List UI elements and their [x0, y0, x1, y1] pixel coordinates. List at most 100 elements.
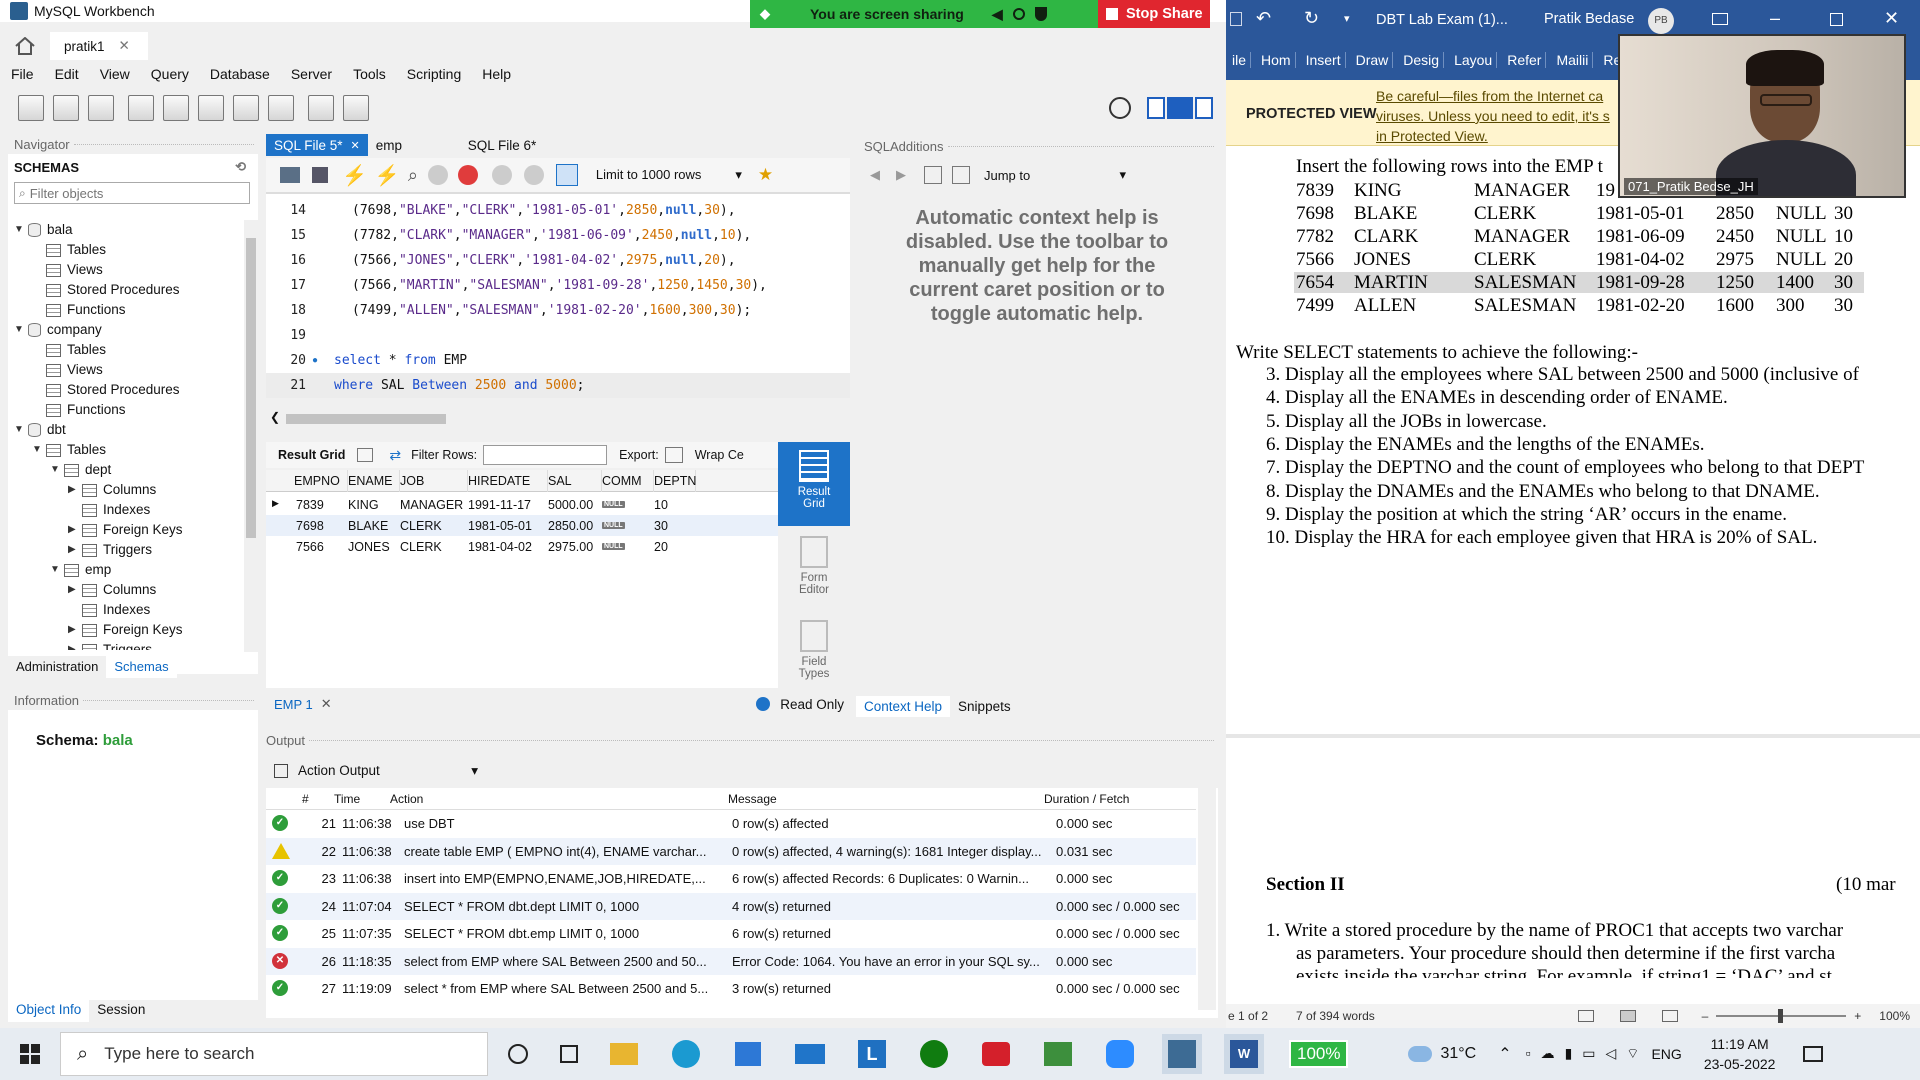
stop-icon[interactable] — [427, 165, 448, 185]
taskbar-search-box[interactable]: ⌕ Type here to search — [60, 1032, 488, 1076]
language[interactable]: ENG — [1651, 1046, 1681, 1062]
table-row[interactable]: 7698 BLAKE CLERK 1981-05-01 2850.00 NULL 30 — [266, 515, 778, 536]
grid-cell[interactable]: MANAGER — [400, 494, 468, 515]
expanded-arrow-icon[interactable]: ▼ — [50, 560, 60, 580]
scroll-left-icon[interactable]: ❮ — [270, 410, 280, 424]
editor-line[interactable]: 18 (7499,"ALLEN","SALESMAN",'1981-02-20',… — [266, 298, 850, 323]
tree-item[interactable]: ▼ emp — [14, 560, 246, 580]
menu-view[interactable]: View — [100, 66, 130, 82]
tab-object-info[interactable]: Object Info — [8, 998, 90, 1022]
grid-cell[interactable]: 10 — [654, 494, 696, 515]
tab-sql-file-5[interactable]: SQL File 5* ✕ — [266, 134, 368, 156]
forward-icon[interactable]: ▶ — [896, 167, 906, 183]
weather-icon[interactable] — [1408, 1046, 1433, 1062]
new-sql-tab-icon[interactable] — [18, 95, 44, 121]
chevron-up-icon[interactable]: ⌃ — [1498, 1044, 1511, 1064]
connection-tab-pratik1[interactable]: pratik1 ✕ — [50, 32, 148, 60]
xbox-icon[interactable] — [914, 1034, 954, 1074]
tree-item[interactable]: Functions — [14, 400, 246, 420]
menu-scripting[interactable]: Scripting — [407, 66, 461, 82]
web-layout-icon[interactable] — [1661, 1010, 1678, 1022]
save-icon[interactable] — [312, 167, 328, 183]
menu-server[interactable]: Server — [291, 66, 332, 82]
auto-help-icon[interactable] — [952, 166, 970, 184]
field-types-button[interactable]: Field Types — [778, 614, 850, 684]
tree-item[interactable]: Stored Procedures — [14, 280, 246, 300]
output-row[interactable]: ✓ 24 11:07:04 SELECT * FROM dbt.dept LIMIT … — [266, 892, 1196, 920]
expanded-arrow-icon[interactable]: ▼ — [50, 460, 60, 480]
output-row[interactable]: ✓ 21 11:06:38 use DBT 0 row(s) affected 0.000… — [266, 810, 1196, 837]
execute-current-icon[interactable]: ⚡ — [375, 163, 400, 188]
jump-to-select[interactable]: Jump to ▾ — [980, 164, 1126, 186]
create-schema-icon[interactable] — [128, 95, 154, 121]
ribbon-tab[interactable]: Mailii — [1552, 52, 1594, 68]
ribbon-tab[interactable]: ile — [1228, 52, 1252, 68]
output-scrollbar[interactable] — [1198, 788, 1216, 1010]
export-icon[interactable] — [664, 447, 683, 463]
layout-toggle-icons[interactable] — [1147, 97, 1213, 119]
editor-line[interactable]: 17 (7566,"MARTIN","SALESMAN",'1981-09-28'… — [266, 273, 850, 298]
battery-indicator[interactable]: 100% — [1289, 1040, 1349, 1068]
grid-cell[interactable]: KING — [348, 494, 400, 515]
grid-cell[interactable]: CLERK — [400, 536, 468, 557]
editor-line[interactable]: 20 ● select * from EMP — [266, 348, 850, 373]
ribbon-tab[interactable]: Insert — [1302, 52, 1346, 68]
editor-line[interactable]: 14 (7698,"BLAKE","CLERK",'1981-05-01',285… — [266, 198, 850, 223]
explain-icon[interactable]: ⌕ — [408, 165, 418, 186]
grid-cell[interactable]: NULL — [602, 515, 654, 536]
tree-item[interactable]: ▶ Columns — [14, 580, 246, 600]
page-count[interactable]: e 1 of 2 — [1228, 1009, 1268, 1023]
grid-column-header[interactable]: ENAME — [348, 470, 400, 492]
grid-column-header[interactable]: JOB — [400, 470, 468, 492]
collapsed-arrow-icon[interactable]: ▶ — [68, 520, 78, 540]
tree-item[interactable]: ▼ bala — [14, 220, 246, 240]
manual-help-icon[interactable] — [924, 166, 942, 184]
inspector-icon[interactable] — [88, 95, 114, 121]
close-icon[interactable]: ✕ — [119, 38, 130, 54]
zoom-level[interactable]: 100% — [1879, 1009, 1910, 1023]
search-table-data-icon[interactable] — [308, 95, 334, 121]
beautify-icon[interactable]: ★ — [758, 165, 773, 185]
file-explorer-icon[interactable] — [604, 1034, 644, 1074]
output-column-header[interactable]: Duration / Fetch — [1044, 792, 1129, 806]
clock[interactable]: 11:19 AM 23-05-2022 — [1704, 1034, 1776, 1074]
output-row[interactable]: ✓ 25 11:07:35 SELECT * FROM dbt.emp LIMIT 0… — [266, 920, 1196, 947]
editor-line[interactable]: 15 (7782,"CLARK","MANAGER",'1981-06-09',2… — [266, 223, 850, 248]
menu-query[interactable]: Query — [151, 66, 189, 82]
menu-database[interactable]: Database — [210, 66, 270, 82]
ribbon-tab[interactable]: Desig — [1399, 52, 1445, 68]
mysql-workbench-icon[interactable] — [1162, 1034, 1202, 1074]
grid-icon[interactable] — [357, 448, 374, 462]
result-grid-button[interactable]: Result Grid — [778, 442, 850, 526]
grid-cell[interactable]: 2850.00 — [548, 515, 602, 536]
tree-item[interactable]: ▶ Foreign Keys — [14, 620, 246, 640]
tab-administration[interactable]: Administration — [8, 656, 107, 678]
temperature[interactable]: 31°C — [1440, 1045, 1476, 1063]
tree-item[interactable]: ▶ Triggers — [14, 540, 246, 560]
expanded-arrow-icon[interactable]: ▼ — [32, 440, 42, 460]
table-row[interactable]: 7566 JONES CLERK 1981-04-02 2975.00 NULL 20 — [266, 536, 778, 557]
output-column-header[interactable]: # — [302, 792, 309, 806]
limit-rows-select[interactable]: Limit to 1000 rows ▾ — [596, 167, 742, 183]
home-icon[interactable] — [14, 37, 36, 55]
grid-column-header[interactable]: HIREDATE — [468, 470, 548, 492]
expanded-arrow-icon[interactable]: ▼ — [14, 420, 24, 440]
collapsed-arrow-icon[interactable]: ▶ — [68, 640, 78, 650]
create-view-icon[interactable] — [198, 95, 224, 121]
edge-icon[interactable] — [666, 1034, 706, 1074]
output-column-header[interactable]: Message — [728, 792, 777, 806]
result-grid-tab[interactable]: Result Grid — [278, 448, 345, 462]
avatar[interactable]: PB — [1648, 8, 1674, 34]
grid-cell[interactable]: BLAKE — [348, 515, 400, 536]
table-row[interactable]: ▶ 7839 KING MANAGER 1991-11-17 5000.00 NULL 10 — [266, 494, 778, 515]
execute-icon[interactable]: ⚡ — [342, 163, 367, 188]
reconnect-icon[interactable] — [343, 95, 369, 121]
grid-cell[interactable]: NULL — [602, 536, 654, 557]
chart-app-icon[interactable] — [1038, 1034, 1078, 1074]
task-view-icon[interactable] — [560, 1045, 578, 1063]
tab-session[interactable]: Session — [89, 998, 153, 1022]
tree-scrollbar[interactable] — [244, 220, 258, 652]
tree-item[interactable]: Indexes — [14, 500, 246, 520]
close-icon[interactable]: ✕ — [321, 696, 332, 712]
ribbon-tab[interactable]: Refer — [1503, 52, 1547, 68]
